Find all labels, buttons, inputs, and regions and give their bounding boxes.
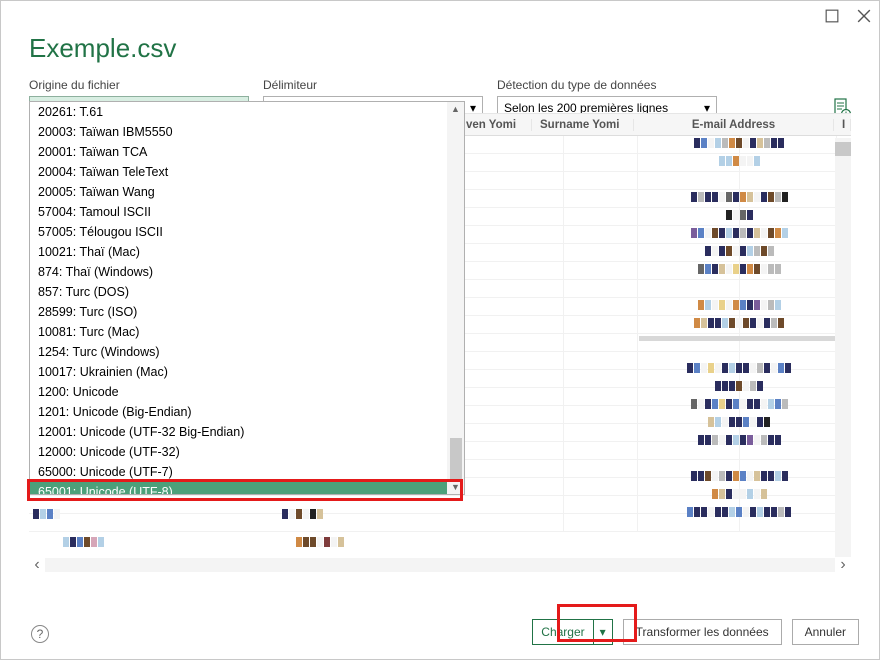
maximize-icon[interactable]: [825, 9, 839, 23]
col-header-surname[interactable]: Surname Yomi: [532, 119, 634, 131]
detection-label: Détection du type de données: [497, 78, 717, 92]
load-button[interactable]: Charger ▾: [532, 619, 612, 645]
dropdown-item[interactable]: 20004: Taïwan TeleText: [30, 162, 464, 182]
cancel-button[interactable]: Annuler: [792, 619, 859, 645]
dropdown-item[interactable]: 20001: Taïwan TCA: [30, 142, 464, 162]
load-button-label: Charger: [533, 625, 592, 639]
dropdown-item[interactable]: 20261: T.61: [30, 102, 464, 122]
col-header-email[interactable]: E-mail Address: [634, 119, 834, 131]
dropdown-scrollbar[interactable]: ▲ ▼: [447, 102, 464, 494]
dropdown-item[interactable]: 65001: Unicode (UTF-8): [30, 482, 464, 494]
scroll-up-icon[interactable]: ▲: [451, 104, 460, 114]
dropdown-item[interactable]: 65000: Unicode (UTF-7): [30, 462, 464, 482]
dropdown-item[interactable]: 12000: Unicode (UTF-32): [30, 442, 464, 462]
load-button-caret[interactable]: ▾: [593, 620, 612, 644]
dropdown-item[interactable]: 874: Thaï (Windows): [30, 262, 464, 282]
transform-button[interactable]: Transformer les données: [623, 619, 782, 645]
dropdown-item[interactable]: 20005: Taïwan Wang: [30, 182, 464, 202]
dropdown-item[interactable]: 28599: Turc (ISO): [30, 302, 464, 322]
scroll-left-icon[interactable]: ‹: [29, 558, 45, 572]
dropdown-item[interactable]: 1200: Unicode: [30, 382, 464, 402]
scroll-down-icon[interactable]: ▼: [451, 482, 460, 492]
vertical-scrollbar[interactable]: [835, 138, 851, 557]
dropdown-item[interactable]: 10081: Turc (Mac): [30, 322, 464, 342]
scroll-right-icon[interactable]: ›: [835, 558, 851, 572]
dropdown-item[interactable]: 20003: Taïwan IBM5550: [30, 122, 464, 142]
dropdown-item[interactable]: 57004: Tamoul ISCII: [30, 202, 464, 222]
dropdown-item[interactable]: 857: Turc (DOS): [30, 282, 464, 302]
email-column-preview: [639, 138, 839, 558]
col-header-yomi[interactable]: ven Yomi: [458, 119, 532, 131]
delimiter-label: Délimiteur: [263, 78, 483, 92]
filename-heading: Exemple.csv: [29, 33, 851, 64]
dropdown-item[interactable]: 10017: Ukrainien (Mac): [30, 362, 464, 382]
close-icon[interactable]: [857, 9, 871, 23]
col-header-i[interactable]: I: [834, 119, 851, 131]
dropdown-item[interactable]: 1201: Unicode (Big-Endian): [30, 402, 464, 422]
help-icon[interactable]: ?: [31, 625, 49, 643]
dropdown-item[interactable]: 12001: Unicode (UTF-32 Big-Endian): [30, 422, 464, 442]
horizontal-scrollbar[interactable]: [45, 558, 835, 572]
censored-area: [33, 509, 393, 559]
dropdown-item[interactable]: 10021: Thaï (Mac): [30, 242, 464, 262]
origin-label: Origine du fichier: [29, 78, 249, 92]
dropdown-item[interactable]: 57005: Télougou ISCII: [30, 222, 464, 242]
origin-dropdown[interactable]: 20261: T.6120003: Taïwan IBM555020001: T…: [29, 101, 465, 495]
dropdown-item[interactable]: 1254: Turc (Windows): [30, 342, 464, 362]
